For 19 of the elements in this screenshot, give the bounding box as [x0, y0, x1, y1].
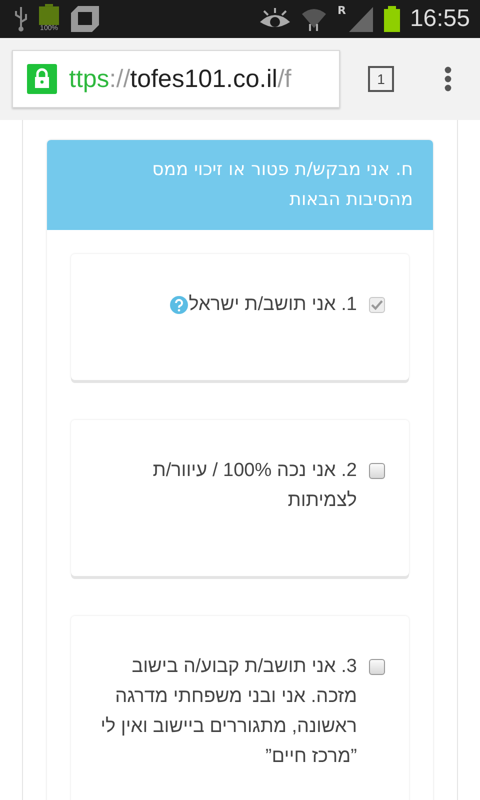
wifi-icon [301, 6, 328, 32]
url-text: ttps://tofes101.co.il/f [69, 64, 292, 94]
address-field[interactable]: ttps://tofes101.co.il/f [12, 50, 340, 108]
menu-icon[interactable] [444, 66, 452, 92]
option-label: 3. אני תושב/ת קבוע/ה בישוב מזכה. אני ובני משפחתי מדרגה ראשונה, מתגוררים ביישוב ואין לי ”מרכז חיים” [100, 655, 357, 769]
checkbox[interactable] [369, 463, 385, 479]
cube-icon [70, 5, 100, 33]
signal-icon [348, 6, 374, 32]
battery-icon [39, 4, 59, 25]
clock: 16:55 [410, 5, 470, 33]
option-label: 1. אני תושב/ת ישראל [170, 290, 357, 320]
network-label: R [337, 4, 346, 17]
checkbox[interactable] [369, 659, 385, 675]
lock-icon [27, 64, 57, 94]
usb-icon [14, 6, 28, 32]
option-label: 2. אני נכה 100% / עיוור/ת לצמיתות [152, 459, 357, 513]
section-title: ח. אני מבקש/ת פטור או זיכוי ממס מהסיבות הבאות [47, 140, 433, 230]
battery-icon [384, 6, 400, 32]
tab-count-button[interactable]: 1 [368, 66, 394, 92]
